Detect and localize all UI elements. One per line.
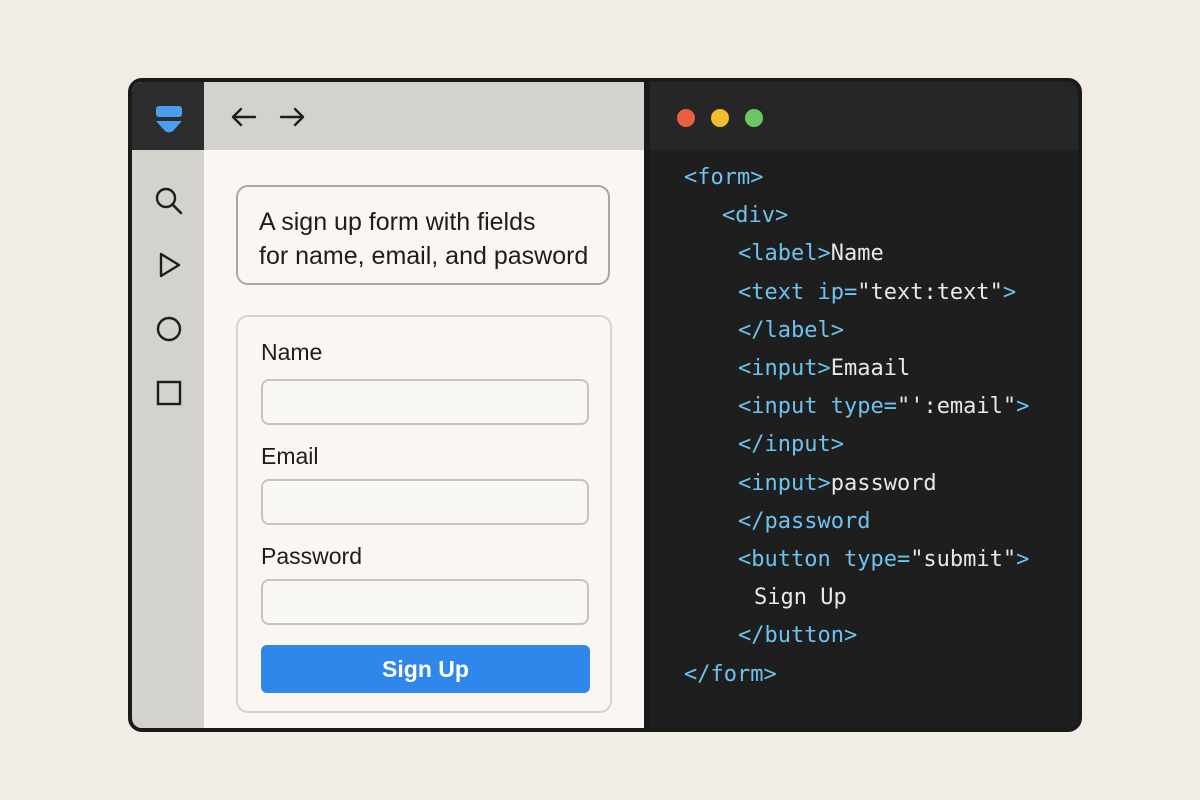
square-icon[interactable] bbox=[154, 378, 184, 408]
editor-titlebar bbox=[650, 82, 1078, 150]
code-text: "submit" bbox=[910, 547, 1017, 572]
code-tag-end: > bbox=[1002, 279, 1017, 305]
code-line: </button> bbox=[738, 622, 857, 650]
prompt-line-2: for name, email, and pasword bbox=[259, 242, 589, 270]
code-text: "text:text" bbox=[857, 279, 1003, 305]
form-builder-pane: A sign up form with fields for name, ema… bbox=[132, 82, 644, 728]
code-tag: </input> bbox=[738, 432, 844, 458]
code-tag: </label> bbox=[738, 317, 844, 343]
code-editor-pane: <form> <div> <label>Name <text ip="text:tex… bbox=[650, 82, 1078, 728]
prompt-box[interactable]: A sign up form with fields for name, ema… bbox=[236, 185, 610, 285]
code-tag: <input> bbox=[738, 470, 831, 496]
code-tag: <label> bbox=[738, 241, 831, 267]
code-line: </label> bbox=[738, 317, 844, 345]
code-tag: <form> bbox=[684, 165, 764, 190]
code-tag: </button> bbox=[738, 623, 858, 649]
app-window: A sign up form with fields for name, ema… bbox=[128, 78, 1082, 732]
code-tag: </password bbox=[738, 508, 871, 534]
name-label: Name bbox=[261, 339, 323, 365]
close-window-button[interactable] bbox=[677, 109, 695, 127]
sidebar bbox=[132, 82, 204, 728]
code-line: <button type="submit"> bbox=[738, 546, 1029, 574]
app-logo-icon[interactable] bbox=[155, 104, 183, 134]
code-tag-end: > bbox=[1016, 547, 1030, 572]
logo-area bbox=[132, 82, 204, 150]
email-label: Email bbox=[261, 443, 319, 469]
circle-icon[interactable] bbox=[154, 314, 184, 344]
code-tag: </form> bbox=[684, 661, 777, 687]
code-text: Emaail bbox=[830, 356, 911, 381]
code-tag: <input> bbox=[738, 356, 831, 381]
prompt-line-1: A sign up form with fields bbox=[259, 208, 536, 236]
code-tag: <div> bbox=[722, 203, 789, 229]
minimize-window-button[interactable] bbox=[711, 109, 729, 127]
code-tag-end: > bbox=[1016, 394, 1030, 420]
arrow-left-icon[interactable] bbox=[230, 104, 258, 130]
password-input[interactable] bbox=[261, 579, 589, 625]
code-line: </password bbox=[738, 508, 870, 536]
code-line: <input>Emaail bbox=[738, 355, 910, 383]
main-content: A sign up form with fields for name, ema… bbox=[204, 150, 644, 728]
signup-form-card: Name Email Password Sign Up bbox=[236, 315, 612, 713]
code-tag: <input type= bbox=[738, 394, 897, 420]
code-line: <form> bbox=[684, 164, 763, 192]
arrow-right-icon[interactable] bbox=[278, 104, 306, 130]
code-text: "':email" bbox=[896, 394, 1017, 420]
code-line: <input>password bbox=[738, 470, 937, 498]
play-icon[interactable] bbox=[154, 250, 184, 280]
code-line: </form> bbox=[684, 661, 777, 689]
browser-toolbar bbox=[204, 82, 644, 150]
code-line: <div> bbox=[722, 202, 788, 230]
code-tag: <button type= bbox=[738, 547, 911, 572]
code-line: <text ip="text:text"> bbox=[738, 279, 1016, 307]
password-label: Password bbox=[261, 543, 362, 569]
maximize-window-button[interactable] bbox=[745, 109, 763, 127]
code-line: <label>Name bbox=[738, 240, 884, 268]
code-line: </input> bbox=[738, 431, 844, 459]
code-text: password bbox=[830, 470, 937, 496]
code-line: Sign Up bbox=[754, 584, 847, 612]
code-text: Sign Up bbox=[754, 585, 847, 611]
email-input[interactable] bbox=[261, 479, 589, 525]
search-icon[interactable] bbox=[154, 186, 184, 216]
sign-up-button[interactable]: Sign Up bbox=[261, 645, 590, 693]
code-tag: <text ip= bbox=[738, 279, 858, 305]
name-input[interactable] bbox=[261, 379, 589, 425]
code-line: <input type="':email"> bbox=[738, 393, 1029, 421]
code-text: Name bbox=[830, 241, 884, 267]
